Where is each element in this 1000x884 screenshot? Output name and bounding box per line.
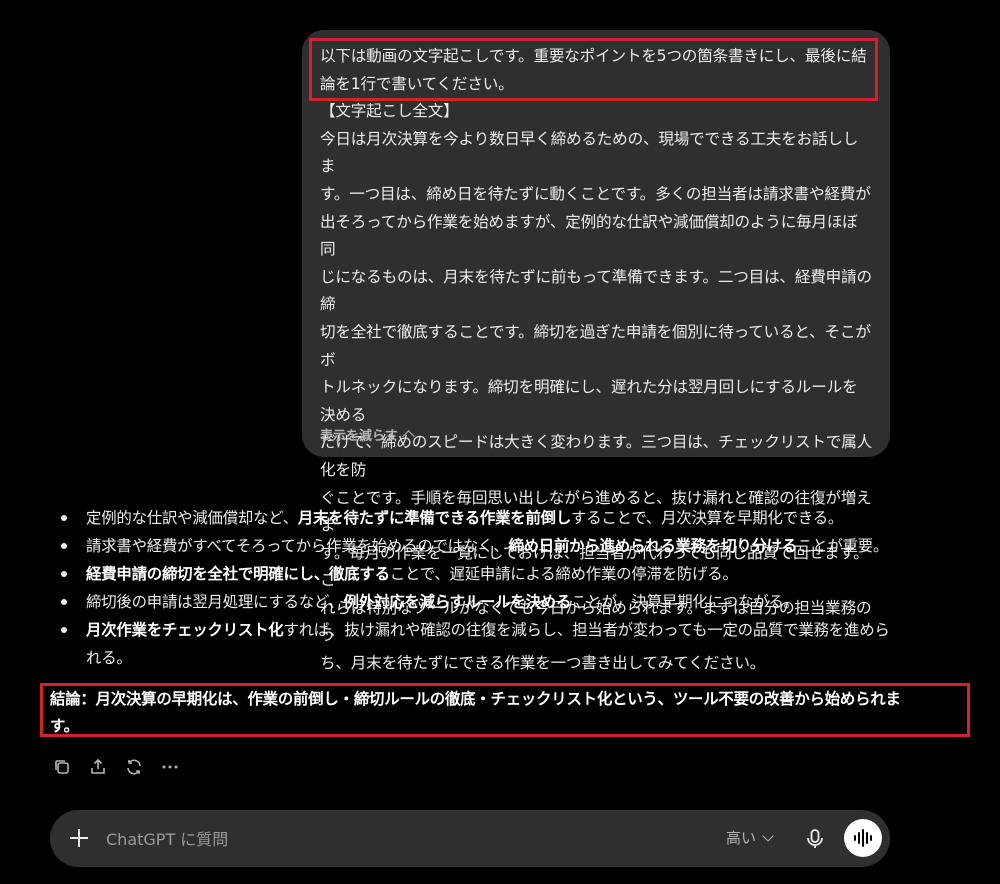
list-item: 月次作業をチェックリスト化すれば、抜け漏れや確認の往復を減らし、担当者が変わって… xyxy=(58,616,898,672)
plus-icon[interactable] xyxy=(68,827,90,849)
show-less-button[interactable]: 表示を減らす xyxy=(320,425,415,444)
chevron-down-icon xyxy=(762,829,774,842)
list-item: 定例的な仕訳や減価償却など、月末を待たずに準備できる作業を前倒しすることで、月次… xyxy=(58,504,898,532)
bullet-text: することで、月次決算を早期化できる。 xyxy=(571,509,844,527)
bullet-bold-text: 月末を待たずに準備できる作業を前倒し xyxy=(297,509,572,527)
bullet-text: ことが重要。 xyxy=(797,537,889,555)
chevron-up-icon xyxy=(401,430,415,443)
more-icon xyxy=(162,765,178,769)
bullet-bold-text: 締め日前から進められる業務を切り分ける xyxy=(508,537,798,555)
regenerate-icon xyxy=(127,759,141,775)
user-message-line: す。一つ目は、締め日を待たずに動くことです。多くの担当者は請求書や経費が xyxy=(320,184,871,203)
list-item: 経費申請の締切を全社で明確にし、徹底することで、遅延申請による締め作業の停滞を防… xyxy=(58,560,898,588)
response-bullet-list: 定例的な仕訳や減価償却など、月末を待たずに準備できる作業を前倒しすることで、月次… xyxy=(58,504,898,672)
prompt-input[interactable]: ChatGPT に質問 xyxy=(106,826,228,850)
user-message-line: トルネックになります。締切を明確にし、遅れた分は翌月回しにするルールを決める xyxy=(320,378,858,424)
voice-wave-icon xyxy=(854,829,872,847)
bullet-text: ことが、決算早期化につながる。 xyxy=(571,593,799,611)
highlight-box-conclusion xyxy=(40,683,970,737)
show-less-label: 表示を減らす xyxy=(320,429,398,444)
copy-button[interactable] xyxy=(50,755,74,779)
model-label: 高い xyxy=(726,829,757,847)
share-button[interactable] xyxy=(86,755,110,779)
bullet-text: ことで、遅延申請による締め作業の停滞を防げる。 xyxy=(389,565,738,583)
highlight-box-prompt xyxy=(309,38,878,101)
bullet-text: 締切後の申請は翌月処理にするなど、 xyxy=(86,593,344,611)
microphone-icon[interactable] xyxy=(802,826,828,852)
response-actions xyxy=(50,755,182,779)
bullet-bold-text: 例外対応を減らすルールを決める xyxy=(343,593,572,611)
user-message-line: 今日は月次決算を今より数日早く締めるための、現場でできる工夫をお話ししま xyxy=(320,129,859,176)
bullet-text: 請求書や経費がすべてそろってから作業を始めるのではなく、 xyxy=(86,537,509,555)
composer: ChatGPT に質問 高い xyxy=(50,810,890,867)
bullet-bold-text: 月次作業をチェックリスト化 xyxy=(86,621,284,639)
user-message-line: じになるものは、月末を待たずに前もって準備できます。二つ目は、経費申請の締 xyxy=(320,267,872,314)
user-message-line: 切を全社で徹底することです。締切を過ぎた申請を個別に待っていると、そこがボ xyxy=(320,322,871,369)
copy-icon xyxy=(55,760,69,774)
regenerate-button[interactable] xyxy=(122,755,146,779)
bullet-bold-text: 経費申請の締切を全社で明確にし、徹底する xyxy=(86,565,390,583)
voice-mode-button[interactable] xyxy=(844,819,882,857)
list-item: 請求書や経費がすべてそろってから作業を始めるのではなく、締め日前から進められる業… xyxy=(58,532,898,560)
list-item: 締切後の申請は翌月処理にするなど、例外対応を減らすルールを決めることが、決算早期… xyxy=(58,588,898,616)
user-message-line: 出そろってから作業を始めますが、定例的な仕訳や減価償却のように毎月ほぼ同 xyxy=(320,212,858,259)
more-options-button[interactable] xyxy=(158,755,182,779)
bullet-text: 定例的な仕訳や減価償却など、 xyxy=(86,509,298,527)
share-icon xyxy=(91,758,105,774)
user-message-line: 【文字起こし全文】 xyxy=(320,102,459,121)
model-selector[interactable]: 高い xyxy=(726,827,774,848)
